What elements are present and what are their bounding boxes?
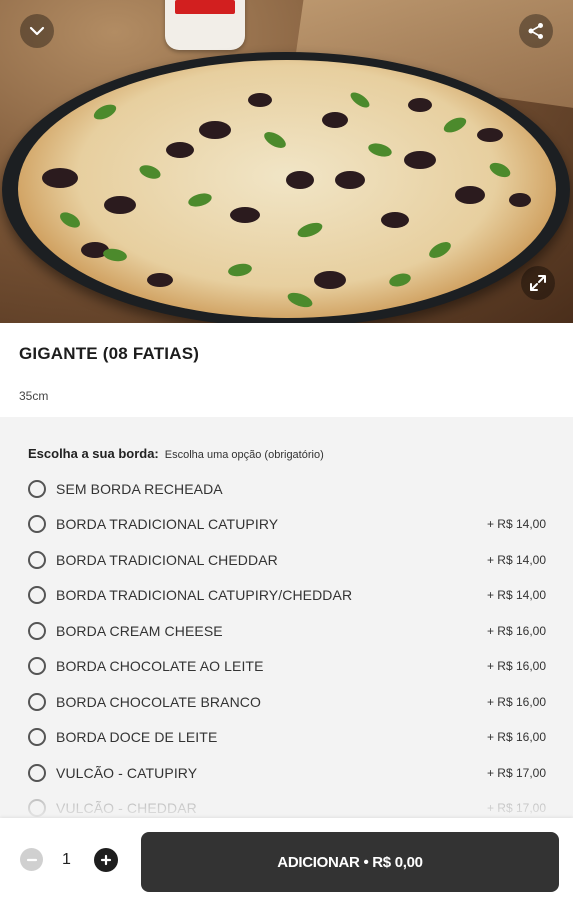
option-label: VULCÃO - CATUPIRY [56,764,198,781]
option-price: + R$ 14,00 [486,552,546,567]
crust-options-section: Escolha a sua borda: Escolha uma opção (… [0,417,573,818]
option-label: VULCÃO - CHEDDAR [56,800,197,817]
option-label: BORDA TRADICIONAL CATUPIRY [56,516,279,533]
option-item[interactable]: VULCÃO - CATUPIRY + R$ 17,00 [0,755,573,791]
radio-button[interactable] [28,621,46,640]
radio-button[interactable] [28,728,46,747]
option-list: SEM BORDA RECHEADA BORDA TRADICIONAL CAT… [0,471,573,818]
option-label: BORDA DOCE DE LEITE [56,729,218,746]
minus-icon[interactable] [20,848,43,871]
option-label: BORDA CREAM CHEESE [56,622,223,639]
option-label: BORDA CHOCOLATE BRANCO [56,693,261,710]
radio-button[interactable] [28,550,46,569]
radio-button[interactable] [28,692,46,711]
option-label: BORDA CHOCOLATE AO LEITE [56,658,264,675]
option-price: + R$ 16,00 [486,659,546,674]
option-item[interactable]: SEM BORDA RECHEADA [0,471,573,507]
option-item[interactable]: BORDA CHOCOLATE BRANCO + R$ 16,00 [0,684,573,720]
add-to-cart-button[interactable]: ADICIONAR • R$ 0,00 [141,832,559,892]
product-title: GIGANTE (08 FATIAS) [19,344,200,363]
option-price: + R$ 16,00 [486,623,546,638]
option-price: + R$ 14,00 [486,517,546,532]
option-price: + R$ 16,00 [486,694,546,709]
option-group-subtitle: Escolha uma opção (obrigatório) [164,449,324,461]
radio-button[interactable] [28,657,46,676]
option-item[interactable]: BORDA DOCE DE LEITE + R$ 16,00 [0,720,573,756]
pizza-toppings [42,92,531,308]
option-item[interactable]: BORDA TRADICIONAL CHEDDAR + R$ 14,00 [0,542,573,578]
option-label: BORDA TRADICIONAL CATUPIRY/CHEDDAR [56,587,353,604]
option-price: + R$ 16,00 [486,730,546,745]
add-to-cart-label: ADICIONAR • R$ 0,00 [277,853,423,871]
option-label: SEM BORDA RECHEADA [56,480,223,497]
option-item[interactable]: BORDA CHOCOLATE AO LEITE + R$ 16,00 [0,649,573,685]
option-group-header: Escolha a sua borda: Escolha uma opção (… [28,446,324,461]
option-item[interactable]: VULCÃO - CHEDDAR + R$ 17,00 [0,791,573,819]
option-price: + R$ 14,00 [486,588,546,603]
radio-button[interactable] [28,479,46,498]
radio-button[interactable] [28,586,46,605]
option-label: BORDA TRADICIONAL CHEDDAR [56,551,278,568]
option-item[interactable]: BORDA CREAM CHEESE + R$ 16,00 [0,613,573,649]
product-description: 35cm [19,389,49,403]
radio-button[interactable] [28,515,46,534]
share-icon[interactable] [519,14,553,48]
option-item[interactable]: BORDA TRADICIONAL CATUPIRY + R$ 14,00 [0,507,573,543]
cart-bar: 1 ADICIONAR • R$ 0,00 [0,818,573,900]
option-price: + R$ 17,00 [486,765,546,780]
plus-icon[interactable] [94,848,118,872]
product-info: GIGANTE (08 FATIAS) 35cm [0,323,573,417]
radio-button[interactable] [28,799,46,818]
option-price: + R$ 17,00 [486,801,546,816]
chevron-down-icon[interactable] [20,14,54,48]
option-group-title: Escolha a sua borda: [28,446,159,461]
product-image [0,0,573,323]
quantity-value: 1 [62,851,71,868]
expand-icon[interactable] [521,266,555,300]
radio-button[interactable] [28,763,46,782]
option-item[interactable]: BORDA TRADICIONAL CATUPIRY/CHEDDAR + R$ … [0,578,573,614]
